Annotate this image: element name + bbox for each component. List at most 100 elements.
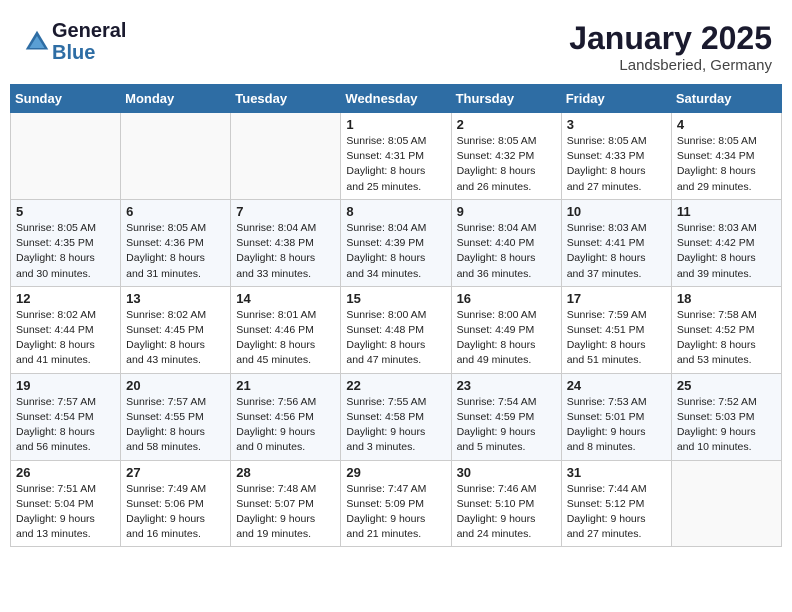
day-info: Sunrise: 8:04 AM Sunset: 4:38 PM Dayligh… bbox=[236, 221, 335, 282]
logo-icon bbox=[22, 27, 52, 57]
calendar-cell: 27 Sunrise: 7:49 AM Sunset: 5:06 PM Dayli… bbox=[121, 460, 231, 547]
weekday-header: Wednesday bbox=[341, 85, 451, 113]
day-number: 5 bbox=[16, 204, 115, 219]
location: Landsberied, Germany bbox=[569, 57, 772, 74]
day-number: 27 bbox=[126, 465, 225, 480]
calendar-cell: 10 Sunrise: 8:03 AM Sunset: 4:41 PM Dayli… bbox=[561, 199, 671, 286]
day-number: 6 bbox=[126, 204, 225, 219]
day-number: 28 bbox=[236, 465, 335, 480]
calendar-cell: 6 Sunrise: 8:05 AM Sunset: 4:36 PM Daylig… bbox=[121, 199, 231, 286]
day-number: 29 bbox=[346, 465, 445, 480]
day-number: 12 bbox=[16, 291, 115, 306]
day-number: 11 bbox=[677, 204, 776, 219]
calendar: SundayMondayTuesdayWednesdayThursdayFrid… bbox=[10, 84, 782, 547]
calendar-cell: 11 Sunrise: 8:03 AM Sunset: 4:42 PM Dayli… bbox=[671, 199, 781, 286]
calendar-cell: 14Sunrise: 8:01 AM Sunset: 4:46 PM Dayli… bbox=[231, 286, 341, 373]
calendar-week-row: 12 Sunrise: 8:02 AM Sunset: 4:44 PM Dayli… bbox=[11, 286, 782, 373]
day-info: Sunrise: 8:03 AM Sunset: 4:41 PM Dayligh… bbox=[567, 221, 666, 282]
day-info: Sunrise: 8:02 AM Sunset: 4:45 PM Dayligh… bbox=[126, 308, 225, 369]
day-info: Sunrise: 7:59 AM Sunset: 4:51 PM Dayligh… bbox=[567, 308, 666, 369]
day-info: Sunrise: 7:58 AM Sunset: 4:52 PM Dayligh… bbox=[677, 308, 776, 369]
day-number: 21 bbox=[236, 378, 335, 393]
day-info: Sunrise: 8:00 AM Sunset: 4:48 PM Dayligh… bbox=[346, 308, 445, 369]
day-info: Sunrise: 7:53 AM Sunset: 5:01 PM Dayligh… bbox=[567, 395, 666, 456]
calendar-cell bbox=[671, 460, 781, 547]
calendar-cell bbox=[231, 113, 341, 200]
day-info: Sunrise: 8:00 AM Sunset: 4:49 PM Dayligh… bbox=[457, 308, 556, 369]
month-title: January 2025 bbox=[569, 20, 772, 57]
logo-text: General Blue bbox=[52, 20, 126, 64]
calendar-cell: 18Sunrise: 7:58 AM Sunset: 4:52 PM Dayli… bbox=[671, 286, 781, 373]
calendar-cell: 20 Sunrise: 7:57 AM Sunset: 4:55 PM Dayli… bbox=[121, 373, 231, 460]
day-number: 7 bbox=[236, 204, 335, 219]
day-info: Sunrise: 8:03 AM Sunset: 4:42 PM Dayligh… bbox=[677, 221, 776, 282]
day-number: 13 bbox=[126, 291, 225, 306]
day-info: Sunrise: 7:49 AM Sunset: 5:06 PM Dayligh… bbox=[126, 482, 225, 543]
logo: General Blue bbox=[20, 20, 126, 64]
day-number: 31 bbox=[567, 465, 666, 480]
day-info: Sunrise: 7:55 AM Sunset: 4:58 PM Dayligh… bbox=[346, 395, 445, 456]
day-number: 17 bbox=[567, 291, 666, 306]
calendar-cell: 31 Sunrise: 7:44 AM Sunset: 5:12 PM Dayli… bbox=[561, 460, 671, 547]
day-info: Sunrise: 8:04 AM Sunset: 4:39 PM Dayligh… bbox=[346, 221, 445, 282]
day-info: Sunrise: 7:52 AM Sunset: 5:03 PM Dayligh… bbox=[677, 395, 776, 456]
day-number: 20 bbox=[126, 378, 225, 393]
day-info: Sunrise: 8:05 AM Sunset: 4:32 PM Dayligh… bbox=[457, 134, 556, 195]
weekday-header: Tuesday bbox=[231, 85, 341, 113]
calendar-cell: 3Sunrise: 8:05 AM Sunset: 4:33 PM Daylig… bbox=[561, 113, 671, 200]
day-number: 23 bbox=[457, 378, 556, 393]
calendar-cell: 9 Sunrise: 8:04 AM Sunset: 4:40 PM Daylig… bbox=[451, 199, 561, 286]
weekday-header: Sunday bbox=[11, 85, 121, 113]
day-info: Sunrise: 8:05 AM Sunset: 4:35 PM Dayligh… bbox=[16, 221, 115, 282]
calendar-cell bbox=[11, 113, 121, 200]
calendar-cell: 24 Sunrise: 7:53 AM Sunset: 5:01 PM Dayli… bbox=[561, 373, 671, 460]
calendar-week-row: 5 Sunrise: 8:05 AM Sunset: 4:35 PM Daylig… bbox=[11, 199, 782, 286]
day-info: Sunrise: 7:46 AM Sunset: 5:10 PM Dayligh… bbox=[457, 482, 556, 543]
day-info: Sunrise: 8:05 AM Sunset: 4:36 PM Dayligh… bbox=[126, 221, 225, 282]
calendar-cell: 7 Sunrise: 8:04 AM Sunset: 4:38 PM Daylig… bbox=[231, 199, 341, 286]
calendar-cell: 17 Sunrise: 7:59 AM Sunset: 4:51 PM Dayli… bbox=[561, 286, 671, 373]
day-info: Sunrise: 7:56 AM Sunset: 4:56 PM Dayligh… bbox=[236, 395, 335, 456]
weekday-header: Monday bbox=[121, 85, 231, 113]
day-info: Sunrise: 8:04 AM Sunset: 4:40 PM Dayligh… bbox=[457, 221, 556, 282]
day-number: 24 bbox=[567, 378, 666, 393]
calendar-cell: 19 Sunrise: 7:57 AM Sunset: 4:54 PM Dayli… bbox=[11, 373, 121, 460]
day-number: 25 bbox=[677, 378, 776, 393]
day-info: Sunrise: 8:02 AM Sunset: 4:44 PM Dayligh… bbox=[16, 308, 115, 369]
calendar-cell: 4Sunrise: 8:05 AM Sunset: 4:34 PM Daylig… bbox=[671, 113, 781, 200]
calendar-cell: 1 Sunrise: 8:05 AM Sunset: 4:31 PM Daylig… bbox=[341, 113, 451, 200]
day-number: 19 bbox=[16, 378, 115, 393]
day-info: Sunrise: 7:44 AM Sunset: 5:12 PM Dayligh… bbox=[567, 482, 666, 543]
weekday-header: Friday bbox=[561, 85, 671, 113]
day-number: 14 bbox=[236, 291, 335, 306]
header: General Blue January 2025 Landsberied, G… bbox=[10, 10, 782, 79]
day-info: Sunrise: 8:05 AM Sunset: 4:33 PM Dayligh… bbox=[567, 134, 666, 195]
day-number: 15 bbox=[346, 291, 445, 306]
calendar-cell: 15 Sunrise: 8:00 AM Sunset: 4:48 PM Dayli… bbox=[341, 286, 451, 373]
day-info: Sunrise: 7:57 AM Sunset: 4:55 PM Dayligh… bbox=[126, 395, 225, 456]
day-info: Sunrise: 8:05 AM Sunset: 4:34 PM Dayligh… bbox=[677, 134, 776, 195]
day-number: 1 bbox=[346, 117, 445, 132]
day-info: Sunrise: 8:05 AM Sunset: 4:31 PM Dayligh… bbox=[346, 134, 445, 195]
calendar-cell: 8 Sunrise: 8:04 AM Sunset: 4:39 PM Daylig… bbox=[341, 199, 451, 286]
weekday-header: Thursday bbox=[451, 85, 561, 113]
day-info: Sunrise: 7:54 AM Sunset: 4:59 PM Dayligh… bbox=[457, 395, 556, 456]
calendar-cell bbox=[121, 113, 231, 200]
day-number: 10 bbox=[567, 204, 666, 219]
weekday-header: Saturday bbox=[671, 85, 781, 113]
day-info: Sunrise: 7:51 AM Sunset: 5:04 PM Dayligh… bbox=[16, 482, 115, 543]
day-number: 30 bbox=[457, 465, 556, 480]
calendar-cell: 26 Sunrise: 7:51 AM Sunset: 5:04 PM Dayli… bbox=[11, 460, 121, 547]
calendar-cell: 21 Sunrise: 7:56 AM Sunset: 4:56 PM Dayli… bbox=[231, 373, 341, 460]
day-number: 8 bbox=[346, 204, 445, 219]
day-info: Sunrise: 7:57 AM Sunset: 4:54 PM Dayligh… bbox=[16, 395, 115, 456]
calendar-cell: 22Sunrise: 7:55 AM Sunset: 4:58 PM Dayli… bbox=[341, 373, 451, 460]
calendar-cell: 12 Sunrise: 8:02 AM Sunset: 4:44 PM Dayli… bbox=[11, 286, 121, 373]
weekday-header-row: SundayMondayTuesdayWednesdayThursdayFrid… bbox=[11, 85, 782, 113]
calendar-cell: 25 Sunrise: 7:52 AM Sunset: 5:03 PM Dayli… bbox=[671, 373, 781, 460]
calendar-week-row: 19 Sunrise: 7:57 AM Sunset: 4:54 PM Dayli… bbox=[11, 373, 782, 460]
calendar-week-row: 26 Sunrise: 7:51 AM Sunset: 5:04 PM Dayli… bbox=[11, 460, 782, 547]
day-number: 9 bbox=[457, 204, 556, 219]
day-number: 26 bbox=[16, 465, 115, 480]
title-area: January 2025 Landsberied, Germany bbox=[569, 20, 772, 74]
